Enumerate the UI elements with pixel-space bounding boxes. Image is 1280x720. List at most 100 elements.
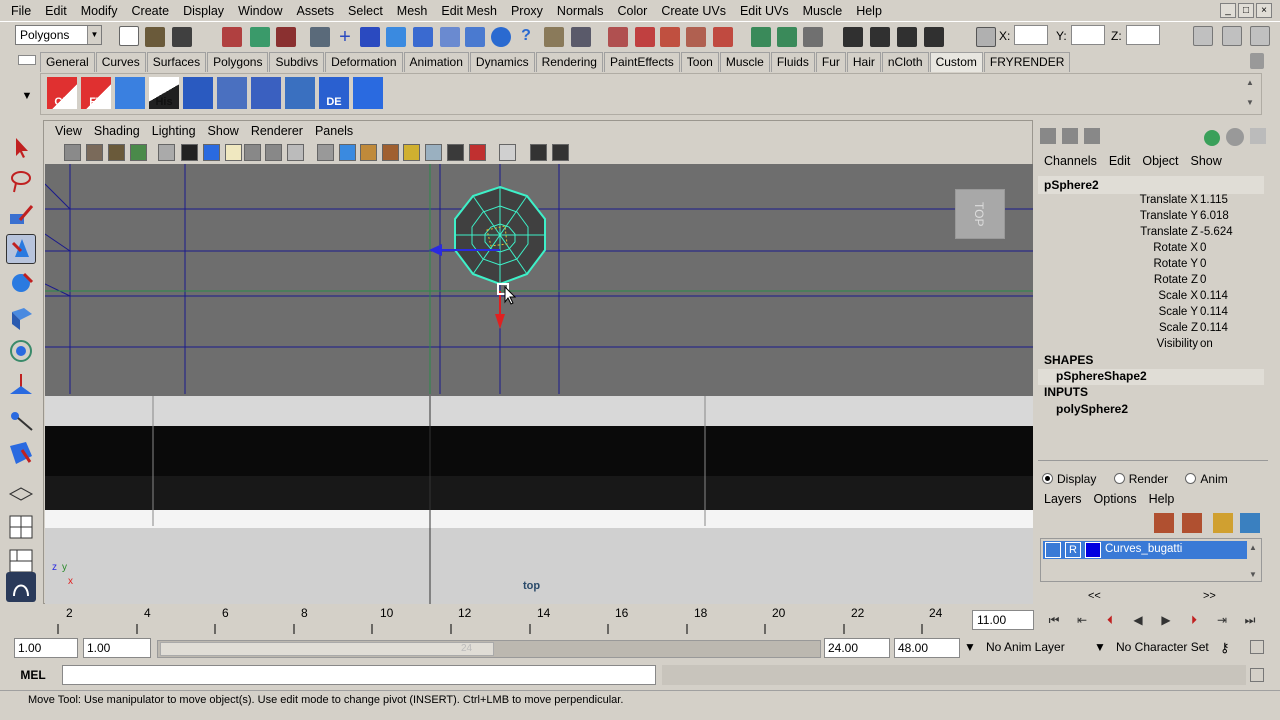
resolution-gate-icon[interactable] bbox=[203, 144, 220, 161]
select-tool-icon[interactable] bbox=[6, 132, 36, 162]
universal-manipulator-icon[interactable] bbox=[6, 336, 36, 366]
shelf-button-uv-c[interactable] bbox=[285, 77, 315, 109]
textured-icon[interactable] bbox=[382, 144, 399, 161]
new-scene-icon[interactable] bbox=[119, 26, 139, 46]
field-chart-icon[interactable] bbox=[265, 144, 282, 161]
gate-mask-icon[interactable] bbox=[244, 144, 261, 161]
start-time-field[interactable]: 1.00 bbox=[14, 638, 78, 658]
menu-window[interactable]: Window bbox=[231, 4, 289, 18]
attribute-editor-toggle-icon[interactable] bbox=[777, 27, 797, 47]
xray-icon[interactable] bbox=[447, 144, 464, 161]
attribute-editor-icon[interactable] bbox=[1193, 26, 1213, 46]
menu-select[interactable]: Select bbox=[341, 4, 390, 18]
tab-polygons[interactable]: Polygons bbox=[207, 52, 269, 72]
menu-muscle[interactable]: Muscle bbox=[796, 4, 850, 18]
hypershade-icon[interactable] bbox=[686, 27, 706, 47]
shelf-options[interactable]: ▼ bbox=[14, 52, 40, 116]
close-button[interactable]: × bbox=[1256, 3, 1272, 18]
input-node[interactable]: polySphere2 bbox=[1056, 402, 1128, 416]
camera-attributes-icon[interactable] bbox=[86, 144, 103, 161]
attr-translate-y[interactable]: Translate Y 6.018 bbox=[1038, 209, 1266, 225]
tab-ncloth[interactable]: nCloth bbox=[881, 52, 929, 72]
select-hierarchy-icon[interactable] bbox=[222, 27, 242, 47]
attr-value[interactable]: 0 bbox=[1200, 242, 1206, 254]
attr-value[interactable]: -5.624 bbox=[1200, 226, 1233, 238]
layer-nav-left[interactable]: << bbox=[1088, 590, 1101, 602]
attr-rotate-z[interactable]: Rotate Z0 bbox=[1038, 273, 1266, 289]
shelf-tab-toggle-icon[interactable] bbox=[18, 55, 36, 65]
attr-value[interactable]: 0 bbox=[1200, 258, 1206, 270]
film-gate-icon[interactable] bbox=[181, 144, 198, 161]
channel-box-toggle-icon[interactable] bbox=[751, 27, 771, 47]
attr-value[interactable]: 0.114 bbox=[1200, 290, 1228, 302]
step-back-key-icon[interactable]: ⇤ bbox=[1072, 610, 1092, 630]
layer-row[interactable]: R Curves_bugatti bbox=[1043, 541, 1247, 559]
go-to-start-icon[interactable]: ⏮ bbox=[1044, 610, 1064, 630]
playback-start-field[interactable]: 1.00 bbox=[83, 638, 151, 658]
shelf-button-uv-b[interactable] bbox=[251, 77, 281, 109]
menu-normals[interactable]: Normals bbox=[550, 4, 611, 18]
shelf-menu-icon[interactable]: ▼ bbox=[18, 90, 36, 108]
attr-scale-x[interactable]: Scale X 0.114 bbox=[1038, 289, 1266, 305]
dope-sheet-icon[interactable] bbox=[897, 27, 917, 47]
radio-anim[interactable]: Anim bbox=[1185, 472, 1228, 486]
wireframe-icon[interactable] bbox=[317, 144, 334, 161]
camera-select-icon[interactable] bbox=[64, 144, 81, 161]
tab-custom[interactable]: Custom bbox=[929, 52, 983, 72]
z-field[interactable] bbox=[1126, 25, 1160, 45]
show-manipulator-icon[interactable] bbox=[6, 404, 36, 434]
attr-scale-y[interactable]: Scale Y 0.114 bbox=[1038, 305, 1266, 321]
menu-show[interactable]: Show bbox=[1191, 154, 1222, 168]
hypergraph-icon[interactable] bbox=[924, 27, 944, 47]
range-track[interactable]: 24 bbox=[157, 640, 821, 658]
tab-painteffects[interactable]: PaintEffects bbox=[603, 52, 680, 72]
lasso-tool-icon[interactable] bbox=[6, 166, 36, 196]
layer-mode-icon[interactable] bbox=[1084, 128, 1100, 144]
menu-create[interactable]: Create bbox=[125, 4, 177, 18]
panel-menu-show[interactable]: Show bbox=[202, 124, 245, 138]
shelf-scroll-down-icon[interactable]: ▼ bbox=[1246, 98, 1254, 107]
menu-create-uvs[interactable]: Create UVs bbox=[654, 4, 733, 18]
channel-box-panel-icon[interactable] bbox=[1250, 26, 1270, 46]
grid-toggle-icon[interactable] bbox=[158, 144, 175, 161]
tool-settings-panel-icon[interactable] bbox=[1222, 26, 1242, 46]
view-cube[interactable]: TOP bbox=[955, 189, 1005, 239]
render-region-icon[interactable] bbox=[571, 27, 591, 47]
panel-menu-panels[interactable]: Panels bbox=[309, 124, 359, 138]
shelf-scroll-up-icon[interactable]: ▲ bbox=[1246, 78, 1254, 87]
select-object-icon[interactable] bbox=[250, 27, 270, 47]
menu-channels-edit[interactable]: Edit bbox=[1109, 154, 1131, 168]
maximize-button[interactable]: □ bbox=[1238, 3, 1254, 18]
construction-history-icon[interactable] bbox=[491, 27, 511, 47]
time-slider[interactable]: 2 4 6 8 10 12 14 16 18 20 22 24 bbox=[0, 604, 1040, 636]
panel-menu-lighting[interactable]: Lighting bbox=[146, 124, 202, 138]
layer-nav-right[interactable]: >> bbox=[1203, 590, 1216, 602]
end-time-field[interactable]: 48.00 bbox=[894, 638, 960, 658]
select-component-icon[interactable] bbox=[276, 27, 296, 47]
output-ops-icon[interactable] bbox=[465, 27, 485, 47]
anim-layer-arrow-icon[interactable]: ▼ bbox=[964, 640, 976, 654]
open-scene-icon[interactable] bbox=[145, 27, 165, 47]
connection-icon[interactable] bbox=[1204, 130, 1220, 146]
menu-help[interactable]: Help bbox=[849, 4, 889, 18]
menu-color[interactable]: Color bbox=[610, 4, 654, 18]
tab-surfaces[interactable]: Surfaces bbox=[146, 52, 207, 72]
attr-translate-z[interactable]: Translate Z -5.624 bbox=[1038, 225, 1266, 241]
layer-reference-toggle[interactable]: R bbox=[1065, 542, 1081, 558]
auto-key-icon[interactable]: ⚷ bbox=[1220, 640, 1230, 656]
radio-display[interactable]: Display bbox=[1042, 472, 1096, 486]
shelf-button-cube[interactable] bbox=[183, 77, 213, 109]
scale-tool-icon[interactable] bbox=[6, 302, 36, 332]
step-back-frame-icon[interactable]: ⏴ bbox=[1100, 610, 1120, 630]
tab-deformation[interactable]: Deformation bbox=[325, 52, 403, 72]
tab-fur[interactable]: Fur bbox=[815, 52, 846, 72]
hypershade-layout-icon[interactable] bbox=[6, 572, 36, 602]
single-pane-layout-icon[interactable] bbox=[6, 478, 36, 508]
attr-value[interactable]: on bbox=[1200, 338, 1213, 350]
menu-edit[interactable]: Edit bbox=[38, 4, 74, 18]
attr-value[interactable]: 0.114 bbox=[1200, 322, 1228, 334]
attr-value[interactable]: 0 bbox=[1200, 274, 1206, 286]
panel-menu-renderer[interactable]: Renderer bbox=[245, 124, 309, 138]
tool-settings-icon[interactable] bbox=[803, 27, 823, 47]
play-forward-icon[interactable]: ▶ bbox=[1156, 610, 1176, 630]
